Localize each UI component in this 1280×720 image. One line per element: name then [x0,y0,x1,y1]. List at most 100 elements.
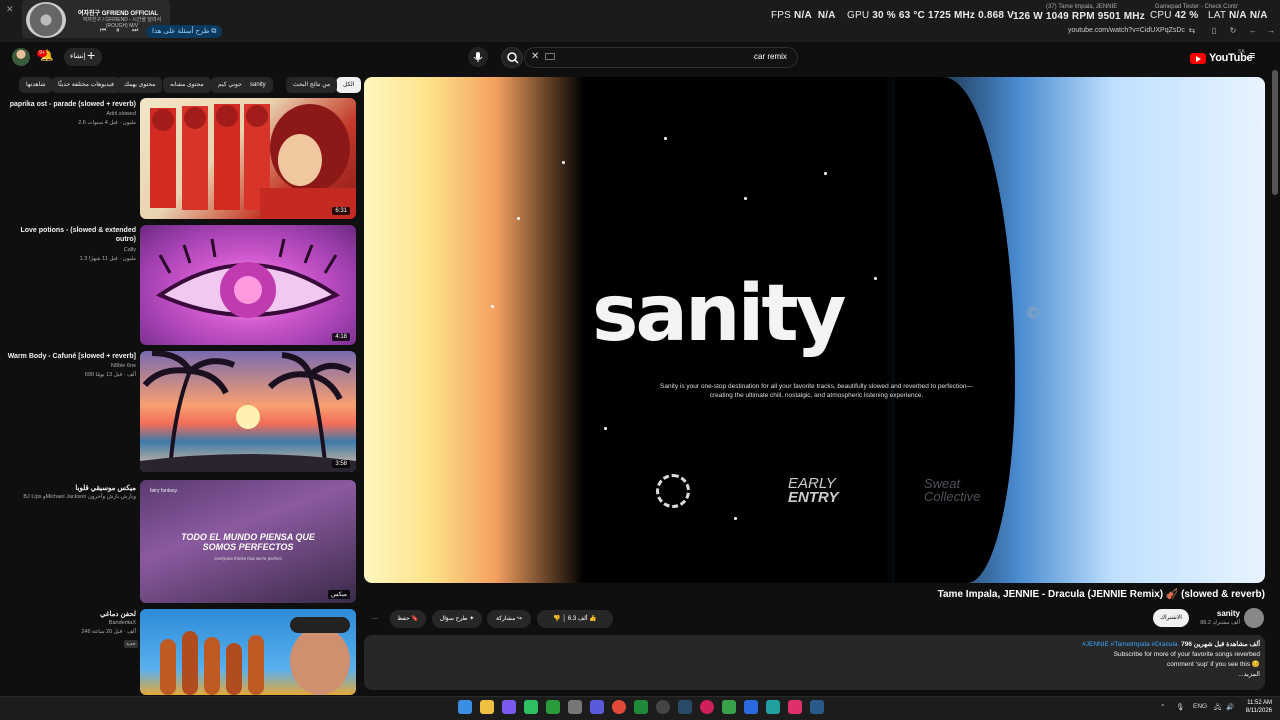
settings-icon[interactable] [568,700,582,714]
steam-icon[interactable] [678,700,692,714]
chip-from-search[interactable]: من نتائج البحث [286,77,338,93]
channel-name[interactable]: Cally [6,247,136,253]
player-glow-left [364,77,584,583]
subscribe-button[interactable]: الاشتراك [1153,609,1189,627]
chip-watched[interactable]: شاهدتها [19,77,53,93]
video-thumbnail[interactable]: 4:18 [140,225,356,345]
video-title[interactable]: ميكس موسيقي قلوبا [6,484,136,493]
back-icon[interactable]: ← [1248,26,1258,36]
xbox-icon[interactable] [546,700,560,714]
dislike-icon[interactable]: 👎 [553,616,560,622]
subscriber-count: 88.2 ألف مشترك [1200,620,1240,626]
translate-icon[interactable]: ⇆ [1187,26,1197,36]
chip-recently-uploaded[interactable]: فيديوهات مختلفة حديثًا [51,77,121,93]
ask-button[interactable]: طرح سؤال ✦ [432,610,482,628]
ask-questions-chip[interactable]: طرح أسئلة على هذا ⧉ [146,25,223,38]
address-bar[interactable]: youtube.com/watch?v=CidUXPqZsDc [1068,27,1185,34]
channel-name[interactable]: N8ble 6ne [6,363,136,369]
create-button[interactable]: إنشاء [64,48,102,66]
save-button[interactable]: حفظ 🔖 [390,610,426,628]
play-store-icon[interactable] [722,700,736,714]
description-more[interactable]: ...المزيد [380,670,1260,680]
sidebar-icon[interactable]: ▯ [1209,26,1219,36]
mic-tray-icon[interactable]: 🎙 [1176,703,1184,711]
tab-gamepad[interactable]: Gamepad Tester - Check Contr [1155,4,1238,10]
video-thumbnail[interactable]: 6:31 [140,98,356,219]
paprika-art [150,104,356,219]
volume-icon[interactable]: 🔊 [1226,703,1234,711]
app-icon-3[interactable] [766,700,780,714]
pinterest-icon[interactable] [700,700,714,714]
channel-name[interactable]: Adrii.slowed [6,111,136,117]
video-title[interactable]: Love potions - (slowed & extended outro) [6,226,136,244]
new-badge: جديد [124,640,138,648]
clock[interactable]: 11:52 AM 8/11/2026 [1238,699,1272,715]
youtube-play-icon [1190,52,1206,64]
menu-icon[interactable]: ≡ [1249,51,1259,62]
video-thumbnail[interactable]: 3:58 [140,351,356,472]
avatar[interactable] [12,48,30,66]
description-line: Subscribe for more of your favorite song… [1113,651,1260,658]
duration-badge: 3:58 [332,460,350,468]
channel-name-main[interactable]: sanity [1200,609,1240,618]
app-icon[interactable] [590,700,604,714]
description-stats: #JENNIE #TameImpala #Dracula 796 ألف مشا… [1082,641,1260,648]
play-pause-icon[interactable]: ⏸ [116,27,126,35]
chip-for-you[interactable]: محتوى يهمك [117,77,163,93]
close-icon[interactable]: ✕ [6,4,14,15]
sweat-collective-logo: Sweat Collective [924,476,981,504]
share-button[interactable]: مشاركة ↪ [487,610,531,628]
sparkle-icon: ✦ [469,616,475,622]
scrollbar[interactable] [1272,70,1278,195]
video-player[interactable]: sanity © Sanity is your one-stop destina… [364,77,1265,583]
like-dislike-button[interactable]: 👎 │ 6.3 ألف 👍 [537,610,613,628]
star [491,305,494,308]
hud-gpu: GPU 30 % 63 °C 1725 MHz 0.868 V [847,10,1014,21]
like-icon[interactable]: 👍 [589,616,596,622]
discord-icon[interactable] [502,700,516,714]
start-icon[interactable] [458,700,472,714]
chip-all[interactable]: الكل [336,77,362,93]
chip-similar[interactable]: محتوى مشابه [163,77,211,93]
browser-tabs: (37) Tame Impala, JENNIE Gamepad Tester … [1020,4,1260,18]
chevron-up-icon[interactable]: ⌃ [1160,703,1165,711]
forward-icon[interactable]: → [1266,26,1276,36]
chip-johnny-kim[interactable]: جوني كيم [211,77,249,93]
keyboard-icon[interactable] [545,53,555,60]
network-icon[interactable]: 🖧 [1214,703,1221,714]
steam-icon-2[interactable] [810,700,824,714]
tab-youtube[interactable]: (37) Tame Impala, JENNIE [1046,4,1117,10]
chrome-icon[interactable] [612,700,626,714]
github-icon[interactable] [656,700,670,714]
star [604,427,607,430]
next-icon[interactable]: ⏭ [132,27,142,35]
duration-badge: 4:18 [332,333,350,341]
video-title[interactable]: paprika ost - parade (slowed + reverb) [6,100,136,109]
more-options-button[interactable]: ··· [366,610,384,628]
video-meta: 2.6 مليون · قبل 4 سنوات [78,120,136,126]
file-explorer-icon[interactable] [480,700,494,714]
channel-name[interactable]: BJ Lips وMichael Jackson وبارش بارش وآخر… [6,494,136,500]
language-indicator[interactable]: ENG [1193,703,1207,710]
video-thumbnail[interactable]: fairy fantasy. TODO EL MUNDO PIENSA QUE … [140,480,356,603]
star [517,217,520,220]
brand-mark: © [1027,305,1039,322]
channel-name[interactable]: BanderitaX [6,620,136,626]
beach-art [140,351,356,472]
country-code: SA [1238,49,1245,55]
search-query: car remix [754,52,787,61]
previous-icon[interactable]: ⏮ [100,27,110,35]
share-icon: ↪ [517,616,523,622]
excel-icon[interactable] [634,700,648,714]
voice-search-button[interactable] [468,47,488,67]
tiktok-icon[interactable] [788,700,802,714]
video-thumbnail[interactable] [140,609,356,695]
app-icon-2[interactable] [744,700,758,714]
video-title[interactable]: Warm Body - Cafuné [slowed + reverb] [6,352,136,361]
channel-avatar[interactable] [1244,608,1264,628]
whatsapp-icon[interactable] [524,700,538,714]
reload-icon[interactable]: ↻ [1228,26,1238,36]
video-title[interactable]: لحفن دماغي [6,610,136,619]
search-button[interactable] [501,47,523,68]
clear-icon[interactable]: ✕ [531,51,539,62]
